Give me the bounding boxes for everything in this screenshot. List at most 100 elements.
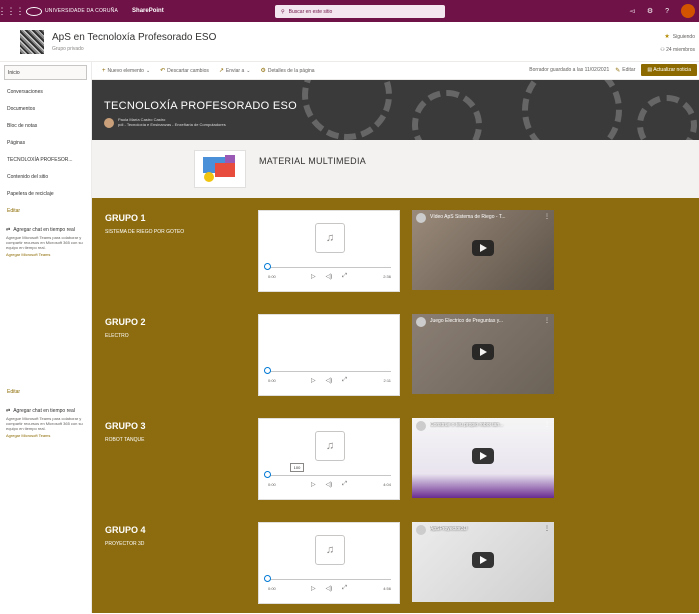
author-info: Paola María Castro Castro pdi - Tecnolox… — [118, 117, 226, 127]
teams-icon: ⇄ — [6, 227, 11, 233]
play-button[interactable] — [472, 448, 494, 464]
nav-item-papelera[interactable]: Papelera de reciclaje — [0, 185, 91, 202]
more-icon[interactable]: ⋮ — [544, 421, 550, 428]
members-label: 24 miembros — [666, 47, 695, 53]
current-time: 0:00 — [268, 586, 276, 591]
seek-handle[interactable] — [264, 263, 271, 270]
nav-item-inicio[interactable]: Inicio — [4, 65, 87, 80]
play-icon[interactable]: ▷ — [311, 585, 316, 592]
audio-player[interactable]: ♫ 100 0:00 ▷ ◁) ⤢ 4:04 — [258, 418, 400, 500]
channel-avatar[interactable] — [416, 421, 426, 431]
megaphone-icon[interactable]: ◅ — [629, 7, 634, 15]
new-item-button[interactable]: + Nuevo elemento ⌄ — [102, 68, 150, 74]
person-icon: ⚇ — [660, 47, 665, 53]
seek-handle[interactable] — [264, 575, 271, 582]
current-time: 0:00 — [268, 378, 276, 383]
volume-tooltip: 100 — [290, 463, 304, 472]
teams-promo: ⇄ Agregar chat en tiempo real Agregue Mic… — [6, 227, 85, 257]
seek-handle[interactable] — [264, 471, 271, 478]
seek-bar[interactable] — [267, 579, 391, 580]
nav-item-documentos[interactable]: Documentos — [0, 100, 91, 117]
multimedia-section: MATERIAL MULTIMEDIA — [92, 140, 699, 198]
video-embed[interactable]: Juego Electrico de Preguntas y... ⋮ — [412, 314, 554, 394]
video-title[interactable]: ApSProyector3D — [430, 526, 540, 532]
fullscreen-icon[interactable]: ⤢ — [342, 273, 347, 280]
more-icon[interactable]: ⋮ — [544, 213, 550, 220]
group-block: GRUPO 2 ELECTRO 0:00 ▷ ◁) ⤢ 2:11 Juego Ele… — [92, 302, 699, 406]
audio-player[interactable]: 0:00 ▷ ◁) ⤢ 2:11 — [258, 314, 400, 396]
sharepoint-link[interactable]: SharePoint — [132, 8, 164, 14]
seek-bar[interactable] — [267, 371, 391, 372]
more-icon[interactable]: ⋮ — [544, 317, 550, 324]
command-bar: + Nuevo elemento ⌄ ↶ Descartar cambios ↗ Env… — [92, 62, 699, 80]
nav-edit-link[interactable]: Editar — [0, 202, 91, 219]
nav-item-bloc-de-notas[interactable]: Bloc de notas — [0, 117, 91, 134]
site-title[interactable]: ApS en Tecnoloxía Profesorado ESO — [52, 32, 216, 43]
follow-button[interactable]: ★ Siguiendo — [664, 33, 695, 41]
fullscreen-icon[interactable]: ⤢ — [342, 377, 347, 384]
channel-avatar[interactable] — [416, 525, 426, 535]
play-button[interactable] — [472, 344, 494, 360]
user-avatar[interactable] — [681, 4, 695, 18]
details-label: Detalles de la página — [267, 67, 315, 74]
video-embed[interactable]: Vídeo ApS Sistema de Riego - T... ⋮ — [412, 210, 554, 290]
video-title[interactable]: Juego Electrico de Preguntas y... — [430, 318, 540, 324]
volume-icon[interactable]: ◁) — [326, 273, 333, 280]
nav-item-conversaciones[interactable]: Conversaciones — [0, 83, 91, 100]
volume-icon[interactable]: ◁) — [326, 377, 333, 384]
gear-decoration — [522, 80, 622, 140]
send-to-button[interactable]: ↗ Enviar a ⌄ — [218, 67, 251, 75]
page-details-button[interactable]: ⚙ Detalles de la página — [260, 67, 315, 75]
multimedia-image — [194, 150, 246, 188]
edit-button[interactable]: ✎ Editar — [615, 67, 635, 74]
follow-label: Siguiendo — [672, 33, 695, 40]
fullscreen-icon[interactable]: ⤢ — [342, 585, 347, 592]
app-launcher-icon[interactable]: ⋮⋮⋮ — [0, 0, 25, 22]
channel-avatar[interactable] — [416, 317, 426, 327]
search-input[interactable]: ⚲ Buscar en este sitio — [275, 5, 445, 18]
group-subtitle: ROBOT TANQUE — [105, 437, 145, 443]
play-icon[interactable]: ▷ — [311, 273, 316, 280]
group-subtitle: ELECTRO — [105, 333, 129, 339]
discard-button[interactable]: ↶ Descartar cambios — [160, 67, 209, 75]
gear-icon[interactable]: ⚙ — [647, 7, 653, 15]
group-block: GRUPO 4 PROYECTOR 3D ♫ 0:00 ▷ ◁) ⤢ 4:56 Ap… — [92, 510, 699, 614]
university-logo[interactable]: UNIVERSIDADE DA CORUÑA — [26, 6, 118, 16]
nav-item-contenido[interactable]: Contenido del sitio — [0, 168, 91, 185]
edit-label: Editar — [622, 67, 636, 73]
seek-handle[interactable] — [264, 367, 271, 374]
group-block: GRUPO 1 SISTEMA DE RIEGO POR GOTEO ♫ 0:0… — [92, 198, 699, 302]
seek-bar[interactable] — [267, 475, 391, 476]
send-label: Enviar a — [225, 67, 245, 74]
current-time: 0:00 — [268, 482, 276, 487]
video-embed[interactable]: ApSProyector3D ⋮ — [412, 522, 554, 602]
fullscreen-icon[interactable]: ⤢ — [342, 481, 347, 488]
seek-bar[interactable] — [267, 267, 391, 268]
volume-icon[interactable]: ◁) — [326, 481, 333, 488]
play-button[interactable] — [472, 240, 494, 256]
nav-item-tecnoloxia[interactable]: TECNOLOXÍA PROFESOR... — [0, 151, 91, 168]
group-subtitle: PROYECTOR 3D — [105, 541, 145, 547]
play-button[interactable] — [472, 552, 494, 568]
volume-icon[interactable]: ◁) — [326, 585, 333, 592]
add-teams-link[interactable]: Agregar Microsoft Teams — [6, 433, 85, 438]
help-icon[interactable]: ? — [665, 8, 669, 15]
play-icon[interactable]: ▷ — [311, 377, 316, 384]
members-button[interactable]: ⚇ 24 miembros — [660, 47, 695, 53]
nav-item-paginas[interactable]: Páginas — [0, 134, 91, 151]
video-title[interactable]: Construe o teu propio robot tan... — [430, 422, 540, 428]
share-icon: ↗ — [218, 68, 224, 74]
video-title[interactable]: Vídeo ApS Sistema de Riego - T... — [430, 214, 540, 220]
channel-avatar[interactable] — [416, 213, 426, 223]
add-teams-link[interactable]: Agregar Microsoft Teams — [6, 252, 85, 257]
play-icon[interactable]: ▷ — [311, 481, 316, 488]
music-note-icon: ♫ — [315, 223, 345, 253]
publish-button[interactable]: ▤ Actualizar noticia — [641, 64, 697, 76]
audio-player[interactable]: ♫ 0:00 ▷ ◁) ⤢ 4:56 — [258, 522, 400, 604]
nav-edit-link-2[interactable]: Editar — [0, 383, 91, 400]
video-embed[interactable]: Construe o teu propio robot tan... ⋮ — [412, 418, 554, 498]
site-logo[interactable] — [20, 30, 44, 54]
more-icon[interactable]: ⋮ — [544, 525, 550, 532]
audio-player[interactable]: ♫ 0:00 ▷ ◁) ⤢ 2:36 — [258, 210, 400, 292]
multimedia-title: MATERIAL MULTIMEDIA — [259, 156, 367, 166]
